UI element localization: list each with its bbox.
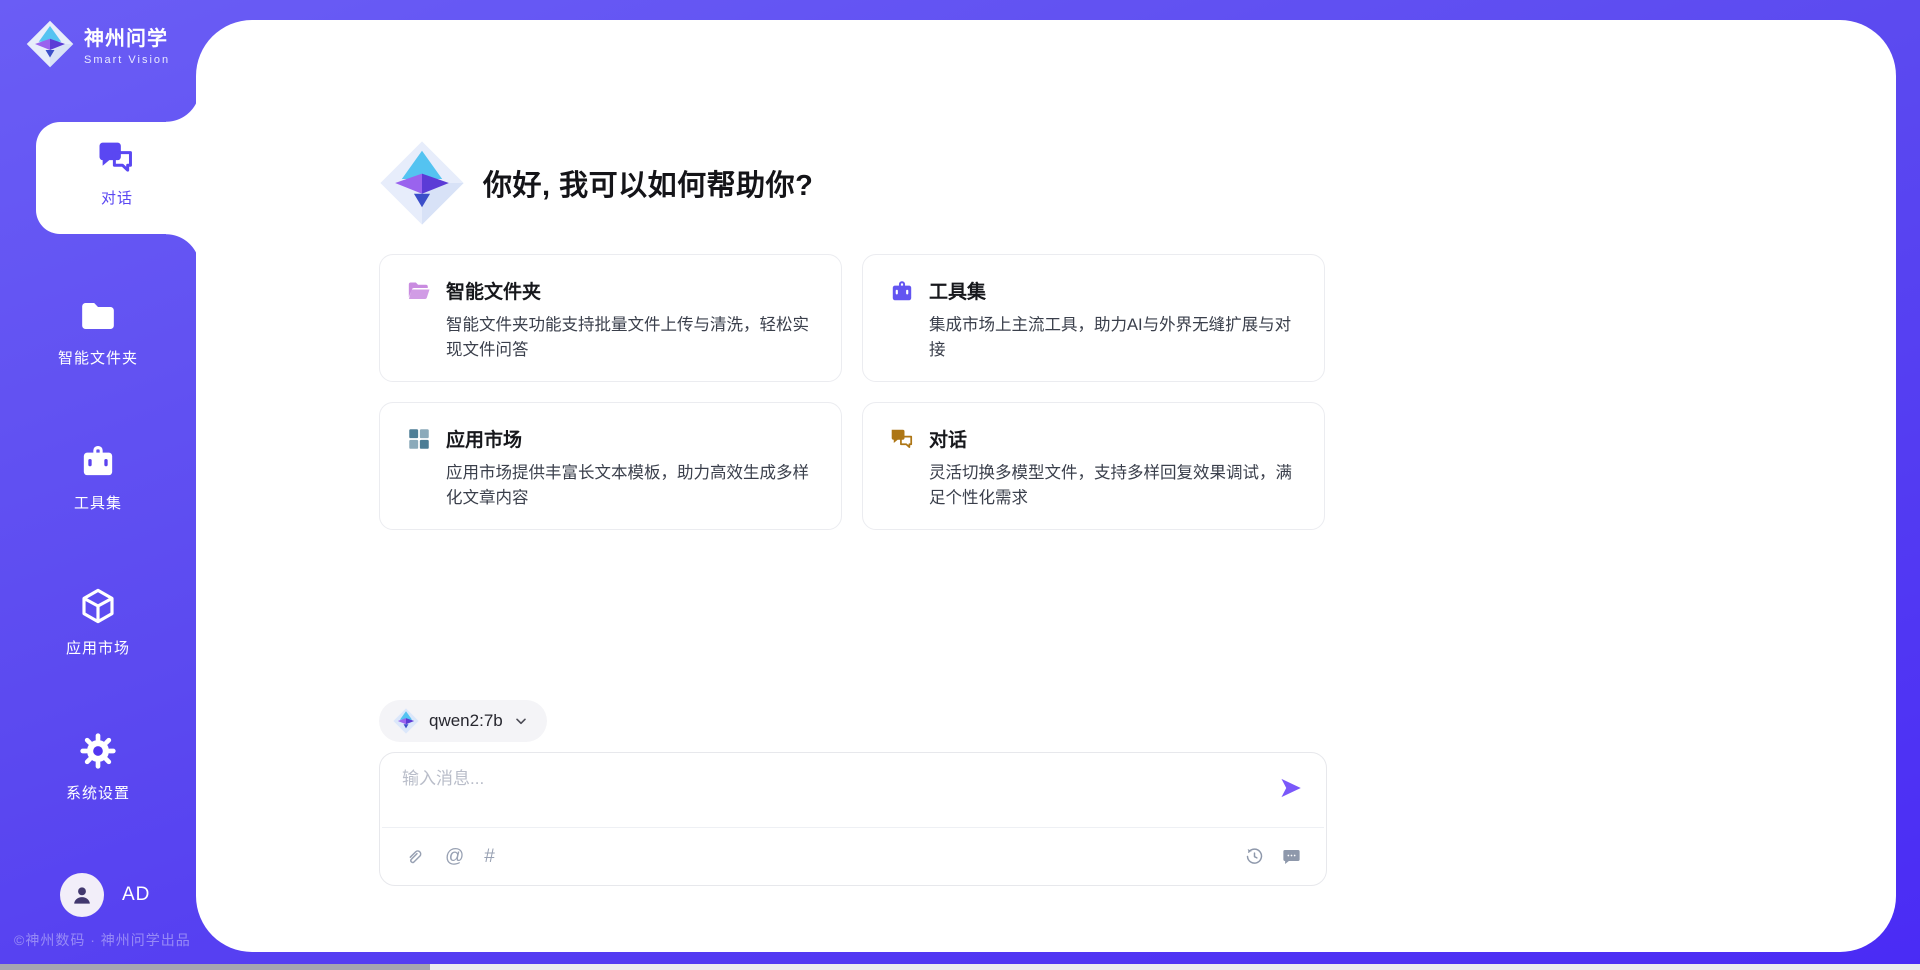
sidebar-item-label: 应用市场: [0, 637, 196, 658]
greeting-title: 你好, 我可以如何帮助你?: [483, 162, 813, 204]
sidebar-item-app-market[interactable]: 应用市场: [0, 586, 196, 658]
sidebar-item-settings[interactable]: 系统设置: [0, 731, 196, 803]
model-name: qwen2:7b: [429, 711, 503, 731]
main-content: 你好, 我可以如何帮助你? 智能文件夹 智能文件夹功能支持批量文件上传与清洗，轻…: [379, 140, 1327, 886]
folder-open-icon: [406, 278, 432, 304]
mention-icon[interactable]: @: [445, 846, 464, 867]
chat-icon: [889, 426, 915, 452]
card-title: 智能文件夹: [446, 277, 541, 304]
attachment-icon[interactable]: [404, 846, 425, 867]
sidebar: 神州问学 Smart Vision 对话 智能文件夹: [0, 0, 196, 970]
chat-icon: [96, 136, 138, 178]
toolbox-icon: [889, 278, 915, 304]
tab-flare-top: [166, 88, 200, 122]
brand: 神州问学 Smart Vision: [26, 20, 170, 68]
chat-bubble-icon[interactable]: [1281, 846, 1302, 867]
message-input[interactable]: [402, 769, 1262, 789]
copyright-text: ©神州数码 · 神州问学出品: [14, 930, 191, 950]
card-app-market[interactable]: 应用市场 应用市场提供丰富长文本模板，助力高效生成多样化文章内容: [379, 402, 842, 530]
user-profile[interactable]: AD: [60, 873, 150, 917]
brand-name: 神州问学: [84, 22, 170, 51]
sidebar-item-toolset[interactable]: 工具集: [0, 441, 196, 513]
person-icon: [69, 882, 95, 908]
sidebar-item-chat[interactable]: 对话: [36, 122, 198, 234]
assistant-logo-icon: [379, 140, 465, 226]
message-composer: @ #: [379, 752, 1327, 886]
apps-grid-icon: [406, 426, 432, 452]
history-icon[interactable]: [1244, 846, 1265, 867]
avatar: [60, 873, 104, 917]
sidebar-item-label: 智能文件夹: [0, 347, 196, 368]
hashtag-icon[interactable]: #: [484, 846, 495, 867]
brand-subtitle: Smart Vision: [84, 54, 170, 66]
card-description: 智能文件夹功能支持批量文件上传与清洗，轻松实现文件问答: [446, 313, 815, 363]
card-toolset[interactable]: 工具集 集成市场上主流工具，助力AI与外界无缝扩展与对接: [862, 254, 1325, 382]
scrollbar-thumb[interactable]: [0, 964, 430, 970]
card-smart-folder[interactable]: 智能文件夹 智能文件夹功能支持批量文件上传与清洗，轻松实现文件问答: [379, 254, 842, 382]
sidebar-item-label: 对话: [36, 187, 198, 208]
card-description: 应用市场提供丰富长文本模板，助力高效生成多样化文章内容: [446, 461, 815, 511]
card-title: 对话: [929, 425, 967, 452]
card-title: 应用市场: [446, 425, 522, 452]
card-chat[interactable]: 对话 灵活切换多模型文件，支持多样回复效果调试，满足个性化需求: [862, 402, 1325, 530]
sidebar-item-smart-folder[interactable]: 智能文件夹: [0, 296, 196, 368]
greeting: 你好, 我可以如何帮助你?: [379, 140, 1327, 226]
chevron-down-icon: [513, 713, 529, 729]
folder-icon: [78, 296, 118, 336]
sidebar-item-label: 工具集: [0, 492, 196, 513]
send-icon[interactable]: [1278, 775, 1304, 801]
horizontal-scrollbar[interactable]: [0, 964, 1920, 970]
toolbox-icon: [78, 441, 118, 481]
model-selector[interactable]: qwen2:7b: [379, 700, 547, 742]
sidebar-item-label: 系统设置: [0, 782, 196, 803]
model-logo-icon: [393, 708, 419, 734]
cube-icon: [78, 586, 118, 626]
user-initials: AD: [122, 884, 150, 906]
feature-cards: 智能文件夹 智能文件夹功能支持批量文件上传与清洗，轻松实现文件问答 工具集 集成…: [379, 254, 1327, 530]
tab-flare-bottom: [166, 234, 200, 268]
card-description: 集成市场上主流工具，助力AI与外界无缝扩展与对接: [929, 313, 1298, 363]
card-title: 工具集: [929, 277, 986, 304]
card-description: 灵活切换多模型文件，支持多样回复效果调试，满足个性化需求: [929, 461, 1298, 511]
brand-logo-icon: [26, 20, 74, 68]
gear-icon: [78, 731, 118, 771]
